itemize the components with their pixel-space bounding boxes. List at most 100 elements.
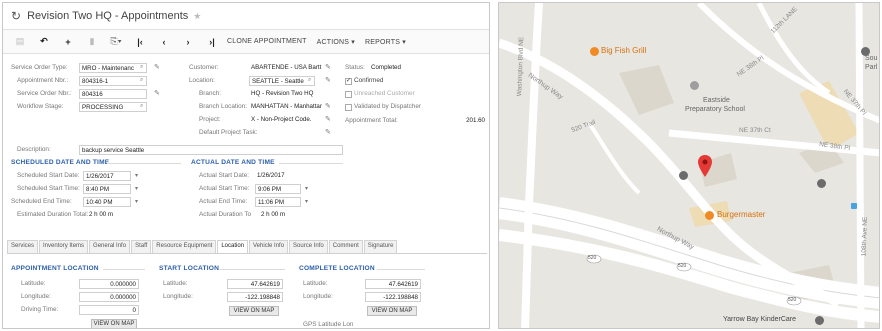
school-marker-icon[interactable]: [815, 316, 824, 325]
dropdown-arrow-icon[interactable]: ▾: [135, 185, 138, 192]
previous-record-icon[interactable]: ‹: [155, 37, 173, 47]
start-location-title: START LOCATION: [159, 265, 220, 272]
tab-location[interactable]: Location: [217, 240, 249, 253]
branch-location-value[interactable]: MANHATTAN - Manhattar: [249, 102, 323, 112]
driving-time-input[interactable]: 0: [79, 305, 139, 315]
estimated-duration-label: Estimated Duration Total:: [17, 211, 89, 218]
school-marker-icon[interactable]: [690, 81, 699, 90]
dropdown-arrow-icon[interactable]: ▾: [305, 185, 308, 192]
section-divider: [107, 163, 181, 164]
add-icon[interactable]: +: [59, 37, 77, 47]
dropdown-arrow-icon[interactable]: ▾: [135, 172, 138, 179]
service-order-type-label: Service Order Type:: [11, 64, 68, 71]
workflow-stage-input[interactable]: PROCESSING: [79, 102, 147, 112]
scheduled-start-date-input[interactable]: 1/26/2017: [83, 171, 131, 181]
ne-37th-ct-label: NE 37th Ct: [739, 127, 771, 134]
actual-end-time-input[interactable]: 11:06 PM: [255, 197, 301, 207]
actual-section-title: ACTUAL DATE AND TIME: [191, 159, 275, 166]
service-order-type-input[interactable]: MRO - Maintenanc: [79, 63, 147, 73]
view-on-map-button[interactable]: VIEW ON MAP: [367, 306, 417, 316]
appointment-location-title: APPOINTMENT LOCATION: [11, 265, 99, 272]
save-icon[interactable]: ▤: [11, 36, 29, 47]
appointment-longitude-input[interactable]: 0.000000: [79, 292, 139, 302]
big-fish-grill-label[interactable]: Big Fish Grill: [601, 46, 646, 55]
start-longitude-input[interactable]: -122.198848: [227, 292, 283, 302]
actual-start-time-input[interactable]: 9:06 PM: [255, 184, 301, 194]
clone-appointment-button[interactable]: CLONE APPOINTMENT: [227, 38, 307, 45]
tab-staff[interactable]: Staff: [131, 240, 152, 253]
start-latitude-input[interactable]: 47.642619: [227, 279, 283, 289]
tab-resource-equipment[interactable]: Resource Equipment: [152, 240, 217, 253]
actual-start-date-label: Actual Start Date:: [199, 172, 250, 179]
service-order-nbr-label: Service Order Nbr.:: [17, 90, 72, 97]
restaurant-marker-icon[interactable]: [590, 47, 599, 56]
tab-source-info[interactable]: Source Info: [289, 240, 328, 253]
lookup-icon[interactable]: ⌕: [140, 64, 143, 71]
scheduled-start-time-input[interactable]: 8:40 PM: [83, 184, 131, 194]
start-latitude-label: Latitude:: [163, 280, 188, 287]
delete-icon[interactable]: ▮: [83, 36, 101, 47]
edit-pencil-icon[interactable]: ✎: [325, 76, 331, 84]
branch-location-label: Branch Location:: [199, 103, 247, 110]
tab-services[interactable]: Services: [7, 240, 39, 253]
unreached-customer-checkbox[interactable]: [345, 91, 352, 98]
confirmed-checkbox[interactable]: ✓: [345, 78, 352, 85]
lookup-icon[interactable]: ⌕: [140, 103, 143, 110]
copy-dropdown-icon[interactable]: ⎘▾: [107, 36, 125, 47]
park-label-line1[interactable]: Sou: [865, 55, 877, 62]
service-order-nbr-input[interactable]: 804316: [79, 89, 147, 99]
map-view[interactable]: Big Fish Grill Eastside Preparatory Scho…: [498, 2, 880, 329]
scheduled-end-time-input[interactable]: 10:40 PM: [83, 197, 131, 207]
destination-pin-icon[interactable]: [698, 155, 712, 177]
last-record-icon[interactable]: ›|: [203, 37, 221, 47]
appointment-nbr-input[interactable]: 804316-1: [79, 76, 147, 86]
validated-by-dispatcher-checkbox[interactable]: [345, 104, 352, 111]
edit-pencil-icon[interactable]: ✎: [325, 63, 331, 71]
project-value[interactable]: X - Non-Project Code.: [249, 115, 323, 125]
eastside-prep-label-line1[interactable]: Eastside: [703, 97, 730, 104]
tab-signature[interactable]: Signature: [363, 240, 398, 253]
reports-menu[interactable]: REPORTS ▾: [365, 38, 406, 46]
page-title: Revision Two HQ - Appointments: [27, 10, 189, 22]
description-input[interactable]: backup service Seattle: [79, 145, 343, 155]
view-on-map-button[interactable]: VIEW ON MAP: [91, 319, 137, 328]
yarrow-bay-kindercare-label[interactable]: Yarrow Bay KinderCare: [723, 316, 796, 323]
burgermaster-label[interactable]: Burgermaster: [717, 210, 765, 219]
edit-pencil-icon[interactable]: ✎: [325, 115, 331, 123]
first-record-icon[interactable]: |‹: [131, 37, 149, 47]
tab-general-info[interactable]: General Info: [89, 240, 131, 253]
cafe-marker-icon[interactable]: [679, 171, 688, 180]
cafe-marker-icon[interactable]: [817, 179, 826, 188]
park-label-line2[interactable]: Parl: [865, 64, 877, 71]
confirmed-label: Confirmed: [354, 77, 384, 84]
complete-longitude-input[interactable]: -122.198848: [365, 292, 421, 302]
dropdown-arrow-icon[interactable]: ▾: [135, 198, 138, 205]
actions-menu[interactable]: ACTIONS ▾: [317, 38, 355, 46]
appointment-latitude-input[interactable]: 0.000000: [79, 279, 139, 289]
undo-icon[interactable]: ↶: [35, 36, 53, 47]
edit-pencil-icon[interactable]: ✎: [325, 102, 331, 110]
view-on-map-button[interactable]: VIEW ON MAP: [229, 306, 279, 316]
edit-pencil-icon[interactable]: ✎: [154, 89, 160, 97]
workflow-stage-label: Workflow Stage:: [17, 103, 64, 110]
lookup-icon[interactable]: ⌕: [140, 77, 143, 84]
eastside-prep-label-line2[interactable]: Preparatory School: [685, 106, 745, 113]
restaurant-marker-icon[interactable]: [705, 211, 714, 220]
customer-value[interactable]: ABARTENDE - USA Bartt: [249, 63, 323, 73]
transit-icon[interactable]: [851, 203, 857, 209]
location-input[interactable]: SEATTLE - Seattle: [249, 76, 315, 86]
map-canvas[interactable]: [499, 3, 880, 329]
favorite-star-icon[interactable]: ★: [193, 11, 201, 22]
edit-pencil-icon[interactable]: ✎: [325, 128, 331, 136]
summary-form: Service Order Type: MRO - Maintenanc ⌕ ✎…: [3, 55, 489, 235]
tab-inventory-items[interactable]: Inventory Items: [39, 240, 89, 253]
lookup-icon[interactable]: ⌕: [308, 77, 311, 84]
tab-comment[interactable]: Comment: [328, 240, 363, 253]
tab-vehicle-info[interactable]: Vehicle Info: [249, 240, 289, 253]
next-record-icon[interactable]: ›: [179, 37, 197, 47]
refresh-icon[interactable]: ↻: [11, 9, 21, 23]
actual-start-date-value[interactable]: 1/26/2017: [255, 171, 303, 181]
dropdown-arrow-icon[interactable]: ▾: [305, 198, 308, 205]
complete-latitude-input[interactable]: 47.642619: [365, 279, 421, 289]
edit-pencil-icon[interactable]: ✎: [154, 63, 160, 71]
